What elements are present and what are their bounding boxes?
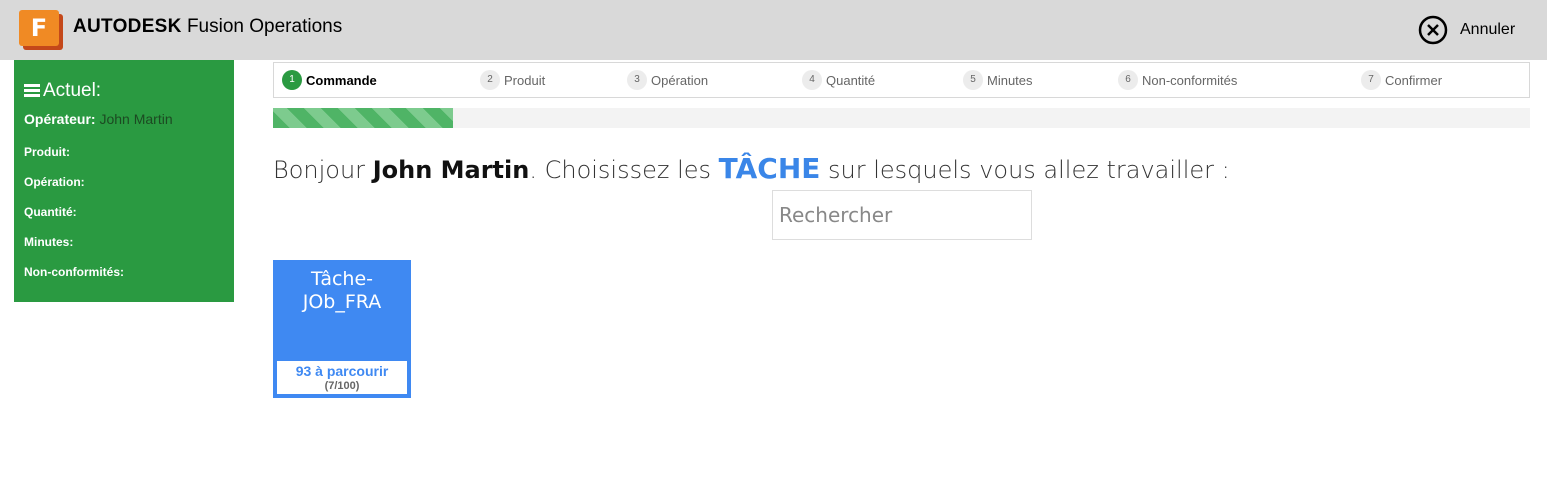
task-title: Tâche- JOb_FRA [302,268,382,313]
brand-autodesk: AUTODESK [73,16,182,37]
app-title: AUTODESK Fusion Operations [73,16,342,38]
operator-label: Opérateur: [24,111,96,127]
step-minutes[interactable]: 5 Minutes [963,70,1033,90]
greeting-task: TÂCHE [718,152,821,185]
close-circle-icon [1418,15,1448,45]
task-progress-box: 93 à parcourir (7/100) [277,361,407,394]
fusion-logo-icon: F [19,10,63,50]
task-tile[interactable]: Tâche- JOb_FRA 93 à parcourir (7/100) [273,260,411,398]
current-status-panel: Actuel: Opérateur: John Martin Produit: … [14,60,234,302]
top-bar: F AUTODESK Fusion Operations Annuler [0,0,1547,60]
wizard-steps: 1 Commande 2 Produit 3 Opération 4 Quantité … [273,62,1530,98]
task-count: (7/100) [324,380,360,392]
operator-row: Opérateur: John Martin [24,111,173,127]
quantity-row: Quantité: [24,205,77,219]
product-row: Produit: [24,145,70,159]
search-input[interactable] [772,190,1032,240]
menu-icon [24,84,40,98]
greeting-mid: . Choisissez les [529,156,712,184]
operation-row: Opération: [24,175,85,189]
nonconformities-row: Non-conformités: [24,265,124,279]
operator-value: John Martin [99,111,173,127]
progress-bar [273,108,1530,128]
step-nonconformities[interactable]: 6 Non-conformités [1118,70,1237,90]
minutes-row: Minutes: [24,235,74,249]
step-quantity[interactable]: 4 Quantité [802,70,875,90]
greeting-name: John Martin [372,156,530,184]
greeting-end: sur lesquels vous allez travailler : [828,156,1230,184]
panel-title: Actuel: [24,80,101,102]
brand-product: Fusion Operations [186,16,343,37]
step-operation[interactable]: 3 Opération [627,70,708,90]
cancel-label: Annuler [1460,21,1516,38]
progress-fill [273,108,453,128]
cancel-button[interactable]: Annuler [1418,15,1515,45]
step-confirm[interactable]: 7 Confirmer [1361,70,1442,90]
step-order[interactable]: 1 Commande [282,70,377,90]
task-remaining: 93 à parcourir [295,363,389,379]
greeting-hello: Bonjour [273,156,366,184]
step-product[interactable]: 2 Produit [480,70,545,90]
greeting-text: Bonjour John Martin. Choisissez les TÂCH… [273,152,1230,185]
